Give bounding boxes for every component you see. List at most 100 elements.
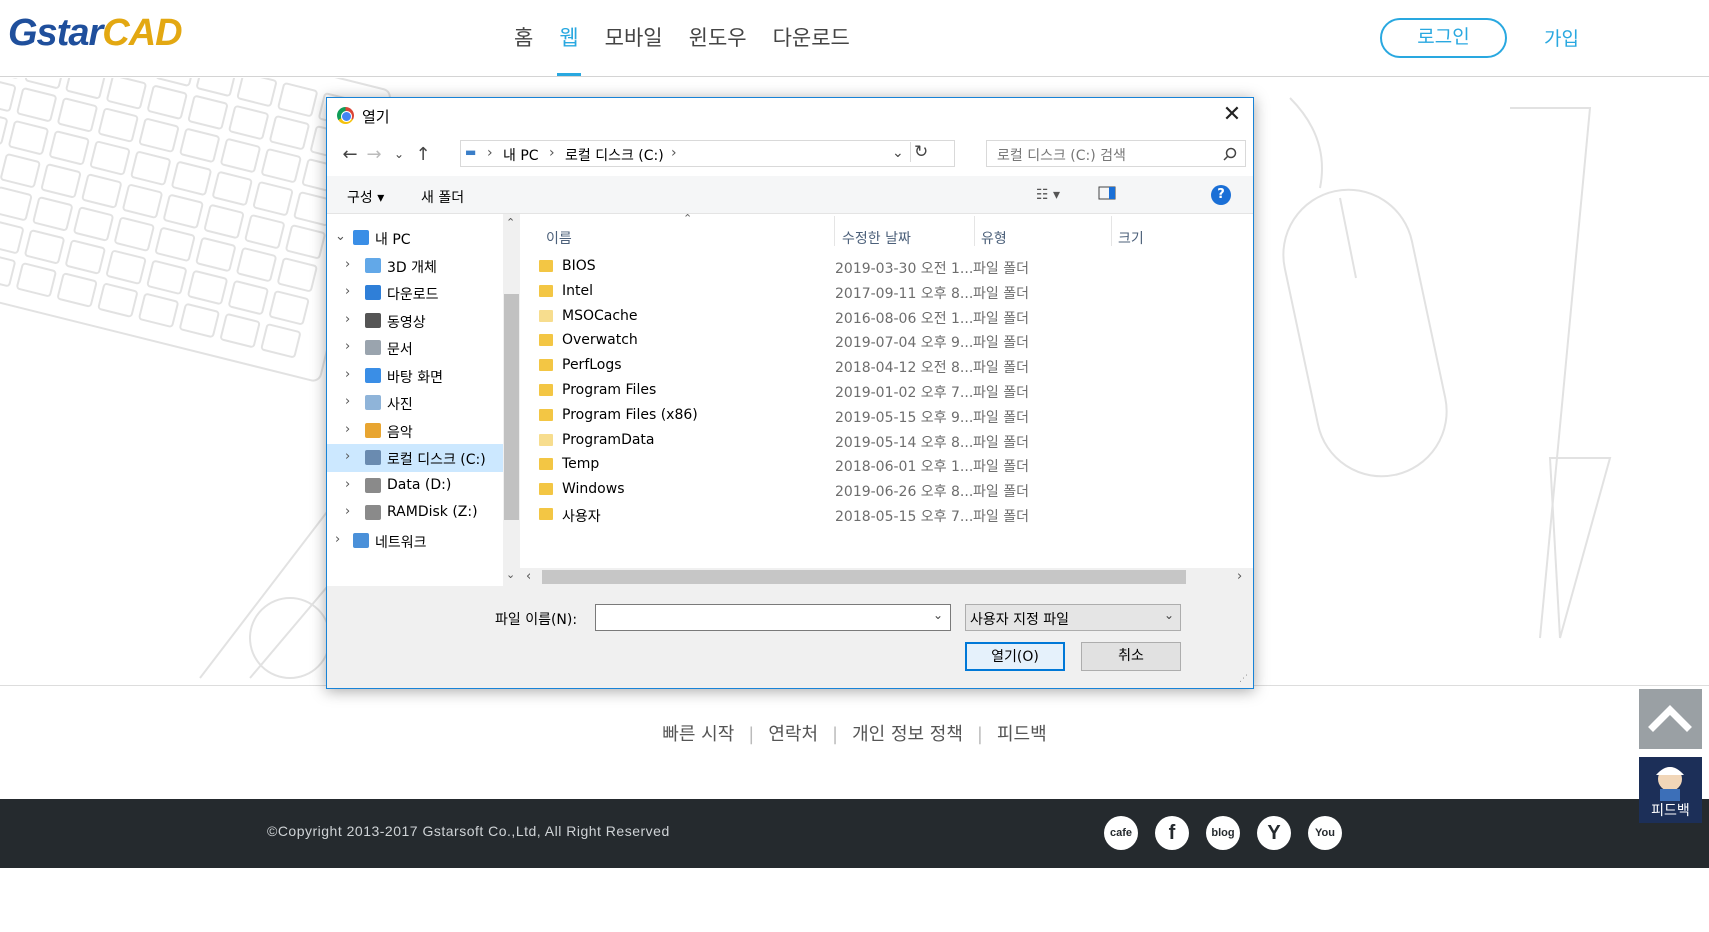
filename-chevron-down-icon[interactable]: ⌄ [933, 608, 943, 622]
file-row[interactable]: Temp 2018-06-01 오후 1... 파일 폴더 [520, 452, 1253, 478]
dialog-titlebar[interactable]: 열기 ✕ [327, 98, 1253, 132]
nav-tree-item[interactable]: › Data (D:) [327, 472, 503, 500]
file-row[interactable]: Intel 2017-09-11 오후 8... 파일 폴더 [520, 279, 1253, 305]
chevron-right-icon[interactable]: › [345, 504, 350, 519]
chevron-down-icon[interactable]: ⌄ [335, 229, 346, 244]
blog-icon[interactable]: blog [1206, 816, 1240, 850]
file-row[interactable]: Program Files (x86) 2019-05-15 오후 9... 파일 … [520, 403, 1253, 429]
chevron-right-icon[interactable]: › [345, 367, 350, 382]
scroll-right-icon[interactable]: › [1237, 569, 1242, 584]
nav-item-2[interactable]: 모바일 [603, 18, 665, 76]
nav-tree-item[interactable]: ⌄ 내 PC [327, 224, 503, 252]
nav-item-4[interactable]: 다운로드 [771, 18, 852, 76]
chevron-right-icon[interactable]: › [345, 477, 350, 492]
resize-grip-icon[interactable]: ⋰ [1239, 674, 1248, 684]
nav-tree-item[interactable]: › 동영상 [327, 307, 503, 335]
up-arrow-icon[interactable]: ↑ [412, 144, 434, 165]
navigation-scroll-thumb[interactable] [504, 294, 519, 520]
youtube-icon[interactable]: You [1308, 816, 1342, 850]
nav-tree-item[interactable]: › 로컬 디스크 (C:) [327, 444, 503, 472]
nav-tree-item[interactable]: › RAMDisk (Z:) [327, 499, 503, 527]
footer-link-2[interactable]: 개인 정보 정책 [852, 724, 963, 745]
navigation-scrollbar[interactable]: ⌃ ⌄ [503, 214, 520, 586]
breadcrumb-my-pc[interactable]: 내 PC [503, 145, 539, 165]
nav-tree-item[interactable]: › 3D 개체 [327, 252, 503, 280]
file-row[interactable]: Windows 2019-06-26 오후 8... 파일 폴더 [520, 477, 1253, 503]
yahoo-icon[interactable]: Y [1257, 816, 1291, 850]
file-name: BIOS [562, 258, 596, 274]
file-row[interactable]: ProgramData 2019-05-14 오후 8... 파일 폴더 [520, 428, 1253, 454]
nav-tree-item[interactable]: › 사진 [327, 389, 503, 417]
file-row[interactable]: MSOCache 2016-08-06 오전 1... 파일 폴더 [520, 304, 1253, 330]
open-button[interactable]: 열기(O) [965, 642, 1065, 671]
feedback-label: 피드백 [1651, 803, 1690, 819]
filetype-value: 사용자 지정 파일 [970, 612, 1070, 628]
recent-chevron-down-icon[interactable]: ⌄ [388, 147, 410, 161]
column-header-name[interactable]: 이름 [546, 228, 572, 248]
folder-icon [539, 408, 553, 421]
nav-tree-item[interactable]: › 바탕 화면 [327, 362, 503, 390]
forward-arrow-icon[interactable]: → [363, 144, 385, 165]
file-type: 파일 폴더 [973, 310, 1029, 327]
nav-tree-item[interactable]: › 음악 [327, 417, 503, 445]
scroll-left-icon[interactable]: ‹ [526, 569, 531, 584]
footer-link-3[interactable]: 피드백 [997, 724, 1047, 745]
chevron-right-icon[interactable]: › [345, 339, 350, 354]
scroll-down-icon[interactable]: ⌄ [506, 568, 515, 581]
column-divider[interactable] [1111, 216, 1112, 246]
signup-link[interactable]: 가입 [1544, 24, 1579, 51]
footer-link-1[interactable]: 연락처 [768, 724, 818, 745]
address-bar[interactable]: ▬ › 내 PC › 로컬 디스크 (C:) › ⌄ ↻ [460, 140, 955, 167]
nav-tree-item[interactable]: › 다운로드 [327, 279, 503, 307]
column-header-type[interactable]: 유형 [981, 228, 1007, 248]
chevron-right-icon[interactable]: › [345, 312, 350, 327]
login-button[interactable]: 로그인 [1380, 18, 1507, 58]
back-arrow-icon[interactable]: ← [339, 144, 361, 165]
new-folder-button[interactable]: 새 폴더 [421, 187, 464, 207]
scroll-to-top-button[interactable] [1639, 689, 1702, 749]
file-row[interactable]: 사용자 2018-05-15 오후 7... 파일 폴더 [520, 502, 1253, 528]
horizontal-scroll-thumb[interactable] [542, 570, 1186, 584]
address-dropdown-chevron-icon[interactable]: ⌄ [892, 145, 904, 161]
chevron-right-icon[interactable]: › [335, 532, 340, 547]
filetype-select[interactable]: 사용자 지정 파일 ⌄ [965, 604, 1181, 631]
cancel-button[interactable]: 취소 [1081, 642, 1181, 671]
close-button[interactable]: ✕ [1217, 102, 1247, 128]
pencil-sketch [1510, 107, 1592, 639]
file-list-horizontal-scrollbar[interactable]: ‹ › [520, 568, 1253, 586]
organize-button[interactable]: 구성 ▾ [347, 187, 384, 207]
column-divider[interactable] [834, 216, 835, 246]
chevron-right-icon[interactable]: › [345, 257, 350, 272]
chevron-right-icon[interactable]: › [345, 449, 350, 464]
preview-pane-icon[interactable] [1098, 186, 1116, 204]
breadcrumb-local-disk[interactable]: 로컬 디스크 (C:) [565, 145, 664, 165]
footer-link-0[interactable]: 빠른 시작 [662, 724, 734, 745]
nav-item-0[interactable]: 홈 [512, 18, 535, 76]
feedback-float-button[interactable]: 피드백 [1639, 757, 1702, 823]
filename-input[interactable] [595, 604, 951, 631]
chevron-right-icon[interactable]: › [345, 422, 350, 437]
nav-tree-item[interactable]: › 네트워크 [327, 527, 503, 555]
chevron-right-icon[interactable]: › [345, 394, 350, 409]
footer-links: 빠른 시작 | 연락처 | 개인 정보 정책 | 피드백 [0, 720, 1709, 746]
nav-item-1[interactable]: 웹 [557, 18, 581, 76]
column-header-date[interactable]: 수정한 날짜 [842, 228, 911, 248]
scroll-up-icon[interactable]: ⌃ [506, 216, 515, 229]
search-input[interactable]: 로컬 디스크 (C:) 검색 [986, 140, 1246, 167]
gstarcad-logo[interactable]: GstarCAD [8, 12, 183, 55]
view-options-icon[interactable]: ☷ ▾ [1036, 187, 1060, 203]
file-row[interactable]: BIOS 2019-03-30 오전 1... 파일 폴더 [520, 254, 1253, 280]
column-divider[interactable] [974, 216, 975, 246]
facebook-icon[interactable]: f [1155, 816, 1189, 850]
nav-item-3[interactable]: 윈도우 [687, 18, 749, 76]
help-icon[interactable]: ? [1211, 185, 1231, 205]
column-header-size[interactable]: 크기 [1118, 228, 1144, 248]
chevron-right-icon[interactable]: › [345, 284, 350, 299]
cafe-icon[interactable]: cafe [1104, 816, 1138, 850]
nav-tree-item[interactable]: › 문서 [327, 334, 503, 362]
file-row[interactable]: PerfLogs 2018-04-12 오전 8... 파일 폴더 [520, 353, 1253, 379]
refresh-icon[interactable]: ↻ [910, 142, 928, 162]
file-type: 파일 폴더 [973, 434, 1029, 451]
file-row[interactable]: Program Files 2019-01-02 오후 7... 파일 폴더 [520, 378, 1253, 404]
file-row[interactable]: Overwatch 2019-07-04 오후 9... 파일 폴더 [520, 328, 1253, 354]
